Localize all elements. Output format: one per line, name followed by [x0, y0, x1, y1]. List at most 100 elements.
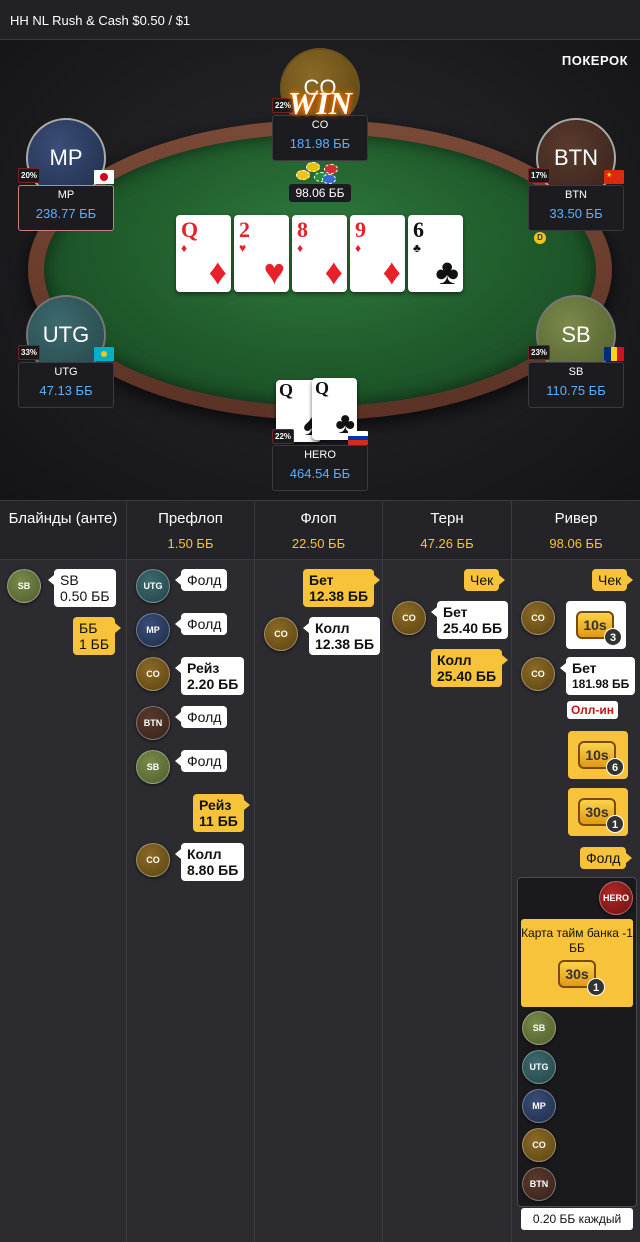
- player-chip-utg: UTG: [522, 1050, 556, 1084]
- action-bubble: Рейз 2.20 ББ: [174, 657, 245, 695]
- hero-action-bubble: ББ 1 ББ: [73, 617, 122, 655]
- hero-action-bubble: Рейз 11 ББ: [193, 794, 250, 832]
- seat-position: UTG: [54, 366, 78, 378]
- seat-stack: 464.54 ББ: [289, 466, 351, 481]
- player-chip-sb: SB: [7, 569, 41, 603]
- action-log: SB SB 0.50 ББ ББ 1 ББ UTG Фолд MP Фолд CO …: [0, 560, 640, 1242]
- allin-badge: Олл-ин: [567, 701, 619, 719]
- player-chip-sb: SB: [522, 1011, 556, 1045]
- seat-plate: HERO 464.54 ББ: [272, 445, 368, 491]
- timebank-count: 3: [604, 628, 622, 646]
- romania-flag-icon: [604, 347, 624, 361]
- action-bubble: Бет 25.40 ББ: [430, 601, 509, 639]
- seat-hero[interactable]: 22% HERO 464.54 ББ: [272, 375, 368, 491]
- column-flop: Бет 12.38 ББ CO Колл 12.38 ББ: [255, 560, 383, 1242]
- vpip-badge: 20%: [18, 168, 41, 183]
- kazakhstan-flag-icon: [94, 347, 114, 361]
- china-flag-icon: ★: [604, 170, 624, 184]
- russia-flag-icon: [348, 431, 368, 445]
- player-chip-sb: SB: [136, 750, 170, 784]
- player-chip-co: CO: [521, 657, 555, 691]
- street-header-blinds: Блайнды (анте): [0, 501, 127, 561]
- timebank-count: 6: [606, 758, 624, 776]
- svg-text:★: ★: [606, 171, 612, 179]
- street-headers: Блайнды (анте) Префлоп 1.50 ББ Флоп 22.50 …: [0, 500, 640, 561]
- column-blinds: SB SB 0.50 ББ ББ 1 ББ: [0, 560, 127, 1242]
- seat-stack: 238.77 ББ: [35, 206, 97, 221]
- player-chip-co: CO: [136, 657, 170, 691]
- hero-action-bubble: Чек: [592, 569, 634, 591]
- community-cards: Q ♦ ♦ 2 ♥ ♥ 8 ♦ ♦ 9 ♦ ♦ 6 ♣ ♣: [176, 215, 464, 293]
- action-bubble: Колл 8.80 ББ: [174, 843, 245, 881]
- pot-amount: 98.06 ББ: [289, 184, 351, 202]
- seat-plate: MP 238.77 ББ: [18, 185, 114, 231]
- seat-plate: BTN 33.50 ББ: [528, 185, 624, 231]
- pot-chips-icon: [292, 158, 342, 186]
- action-bubble: Фолд: [174, 706, 228, 728]
- action-bubble: Колл 12.38 ББ: [302, 617, 381, 655]
- hand-title: HH NL Rush & Cash $0.50 / $1: [10, 13, 191, 28]
- win-badge: WIN: [287, 85, 352, 121]
- ante-each-label: 0.20 ББ каждый: [521, 1208, 633, 1230]
- player-chip-mp: MP: [136, 613, 170, 647]
- player-chip-co: CO: [521, 601, 555, 635]
- seat-position: SB: [568, 366, 584, 378]
- board-card: 8 ♦ ♦: [292, 215, 347, 292]
- player-chip-co: CO: [392, 601, 426, 635]
- vpip-badge: 23%: [528, 345, 551, 360]
- seat-plate: CO 181.98 ББ: [272, 115, 368, 161]
- hero-action-bubble: Бет 12.38 ББ: [303, 569, 381, 607]
- timebank-charge-card: Карта тайм банка -1 ББ 30s 1: [521, 919, 633, 1007]
- seat-sb[interactable]: SB 23% SB 110.75 ББ: [528, 295, 624, 415]
- column-preflop: UTG Фолд MP Фолд CO Рейз 2.20 ББ BTN Фолд…: [127, 560, 255, 1242]
- player-chip-utg: UTG: [136, 569, 170, 603]
- japan-flag-icon: [94, 170, 114, 184]
- seat-utg[interactable]: UTG 33% UTG 47.13 ББ: [18, 295, 114, 415]
- board-card: 2 ♥ ♥: [234, 215, 289, 292]
- board-card: 9 ♦ ♦: [350, 215, 405, 292]
- hero-action-bubble: Фолд: [580, 847, 634, 869]
- seat-stack: 33.50 ББ: [549, 206, 603, 221]
- title-bar: HH NL Rush & Cash $0.50 / $1: [0, 0, 640, 40]
- seat-btn[interactable]: BTN 17% ★ BTN 33.50 ББ: [528, 118, 624, 238]
- seat-plate: SB 110.75 ББ: [528, 362, 624, 408]
- hand-history-screen: HH NL Rush & Cash $0.50 / $1 ПОКЕРОК CO …: [0, 0, 640, 1242]
- column-turn: Чек CO Бет 25.40 ББ Колл 25.40 ББ: [383, 560, 512, 1242]
- street-header-flop: Флоп 22.50 ББ: [255, 501, 383, 561]
- street-header-preflop: Префлоп 1.50 ББ: [127, 501, 255, 561]
- timebank-charge-text: Карта тайм банка -1 ББ: [521, 926, 633, 955]
- timebank-count: 1: [587, 978, 605, 996]
- player-chip-mp: MP: [522, 1089, 556, 1123]
- vpip-badge: 22%: [272, 429, 295, 444]
- player-chip-btn: BTN: [136, 706, 170, 740]
- hero-action-bubble: Чек: [464, 569, 506, 591]
- board-card: 6 ♣ ♣: [408, 215, 463, 292]
- action-bubble: Бет 181.98 ББ: [559, 657, 636, 695]
- action-bubble: Фолд: [174, 613, 228, 635]
- vpip-badge: 17%: [528, 168, 551, 183]
- vpip-badge: 33%: [18, 345, 41, 360]
- street-header-river: Ривер 98.06 ББ: [549, 510, 603, 551]
- dealer-button: D: [534, 232, 546, 244]
- player-chip-co: CO: [136, 843, 170, 877]
- street-header-turn: Терн 47.26 ББ: [383, 501, 512, 561]
- hero-timebank-card: 30s 1: [568, 788, 628, 836]
- seat-stack: 110.75 ББ: [546, 383, 606, 398]
- player-chip-co: CO: [522, 1128, 556, 1162]
- player-chip-co: CO: [264, 617, 298, 651]
- action-bubble: SB 0.50 ББ: [48, 569, 116, 607]
- board-card: Q ♦ ♦: [176, 215, 231, 292]
- seat-plate: UTG 47.13 ББ: [18, 362, 114, 408]
- seat-position: MP: [57, 189, 75, 201]
- seat-stack: 181.98 ББ: [289, 136, 351, 151]
- action-bubble: Фолд: [174, 750, 228, 772]
- player-chip-hero: HERO: [599, 881, 633, 915]
- seat-position: BTN: [565, 189, 587, 201]
- seat-mp[interactable]: MP 20% MP 238.77 ББ: [18, 118, 114, 238]
- action-bubble: Фолд: [174, 569, 228, 591]
- poker-table: ПОКЕРОК CO 22% CO 181.98 ББ WIN MP 20% M…: [0, 40, 640, 500]
- brand-logo: ПОКЕРОК: [561, 53, 628, 68]
- hero-summary-panel: HERO Карта тайм банка -1 ББ 30s 1 SB UTG…: [517, 877, 637, 1207]
- hero-action-bubble: Колл 25.40 ББ: [431, 649, 509, 687]
- hero-timebank-card: 10s 6: [568, 731, 628, 779]
